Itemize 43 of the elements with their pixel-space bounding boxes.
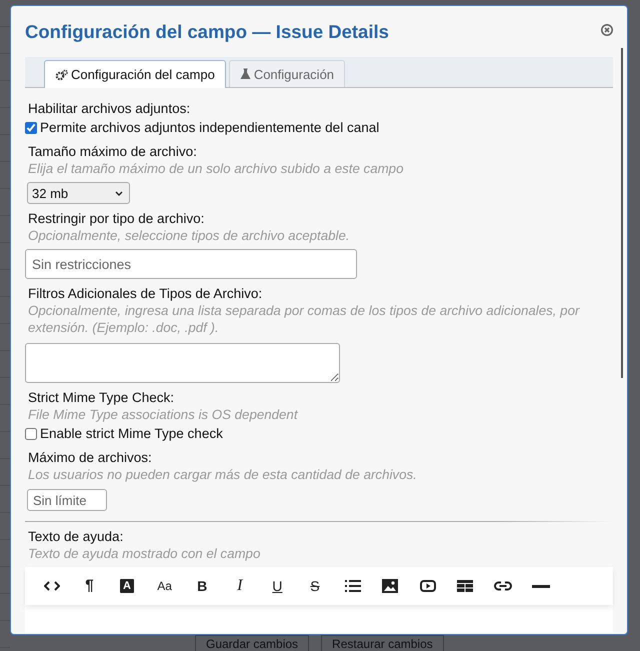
field-label: Texto de ayuda: <box>27 528 124 545</box>
link-icon <box>494 581 512 591</box>
checkbox[interactable] <box>25 122 37 134</box>
table-icon <box>457 580 474 592</box>
field-label: Restringir por tipo de archivo: <box>27 210 206 227</box>
field-hint: Texto de ayuda mostrado con el campo <box>27 545 262 562</box>
close-icon[interactable] <box>601 24 613 36</box>
input-field[interactable]: Sin restricciones <box>25 249 357 279</box>
field-hint: Opcionalmente, seleccione tipos de archivo aceptable. <box>27 227 351 244</box>
field-label: Habilitar archivos adjuntos: <box>27 100 192 117</box>
strikethrough-tool[interactable]: S <box>310 578 320 594</box>
paragraph-tool[interactable]: ¶ <box>85 578 94 594</box>
underline-tool[interactable]: U <box>272 578 282 594</box>
field-label: Tamaño máximo de archivo: <box>27 143 198 160</box>
list-icon <box>344 580 361 592</box>
code-icon <box>44 581 60 591</box>
field-hint: File Mime Type associations is OS dependent <box>27 406 299 423</box>
field-label: Filtros Adicionales de Tipos de Archivo: <box>27 285 264 302</box>
horizontal-rule-icon <box>532 584 550 588</box>
italic-tool[interactable]: I <box>237 578 242 594</box>
field-hint: Opcionalmente, ingresa una lista separada por comas de los tipos de archivo adicionales, por extensión. (Ejemplo: .doc, .pdf ). <box>27 302 581 336</box>
checkbox-label: Permite archivos adjuntos independientemente del canal <box>40 119 380 137</box>
font-size-tool[interactable]: Aa <box>157 578 172 594</box>
checkbox[interactable] <box>25 428 37 440</box>
image-icon <box>382 579 398 593</box>
gears-icon <box>55 68 68 80</box>
field-hint: Elija el tamaño máximo de un solo archivo subido a este campo <box>27 160 404 177</box>
text-color-tool[interactable]: A <box>120 579 134 593</box>
tab[interactable]: Configuración <box>228 60 346 87</box>
checkbox-label: Enable strict Mime Type check <box>40 425 223 443</box>
field-hint: Los usuarios no pueden cargar más de esta cantidad de archivos. <box>27 466 418 483</box>
textarea-field[interactable] <box>25 343 340 383</box>
video-icon <box>420 580 436 592</box>
tab[interactable]: Configuración del campo <box>44 60 226 88</box>
input-field[interactable]: Sin límite <box>27 489 107 511</box>
field-label: Máximo de archivos: <box>27 449 153 466</box>
chevron-down-icon <box>115 190 123 196</box>
field-label: Strict Mime Type Check: <box>27 389 176 406</box>
bold-tool[interactable]: B <box>197 578 208 594</box>
dialog-title: Configuración del campo — Issue Details <box>25 20 390 43</box>
flask-icon <box>240 68 251 80</box>
scrollbar[interactable] <box>621 48 623 378</box>
size-select[interactable]: 32 mb <box>27 182 130 204</box>
